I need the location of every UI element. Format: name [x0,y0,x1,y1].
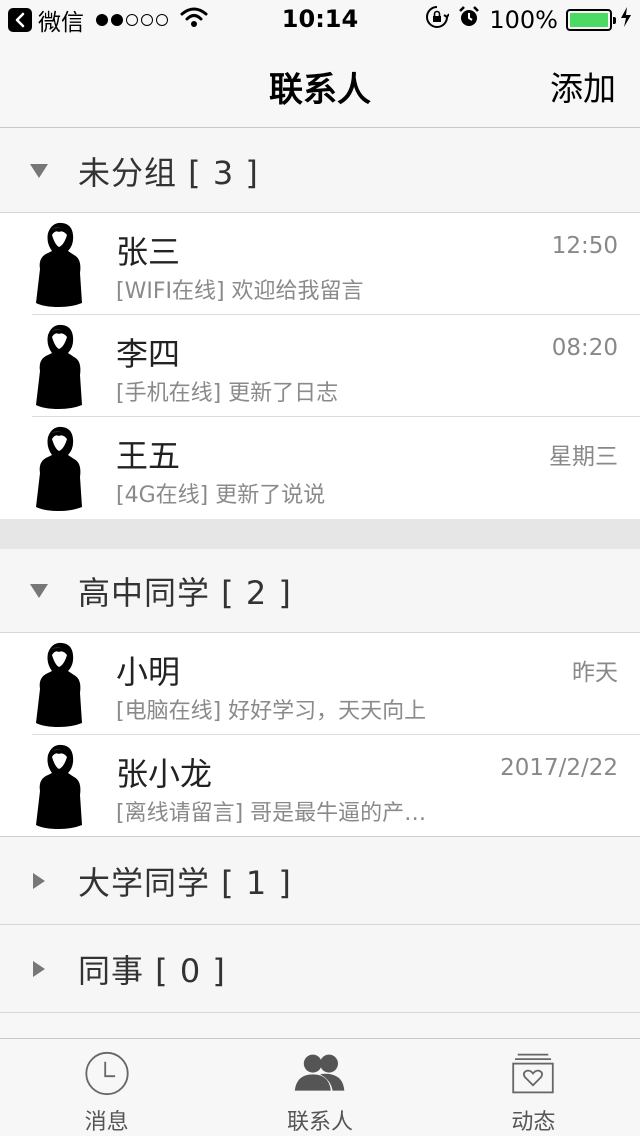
rotation-lock-icon [425,5,451,35]
wifi-icon [180,6,208,34]
navigation-bar: 联系人 添加 [0,40,640,128]
contact-name: 王五 [116,437,181,475]
avatar [36,642,82,727]
contact-name: 张三 [116,233,181,271]
avatar [36,324,82,409]
contact-row[interactable]: 张三 12:50 [WIFI在线] 欢迎给我留言 [0,213,640,315]
tab-label: 动态 [511,1110,556,1135]
signal-strength-icon [96,14,168,26]
contact-time: 08:20 [551,335,618,361]
avatar [36,744,82,829]
contact-status: [WIFI在线] 欢迎给我留言 [116,279,364,304]
group-name: 未分组 [ 3 ] [78,153,259,192]
avatar [36,222,82,307]
group-header-high-school[interactable]: 高中同学 [ 2 ] [0,549,640,633]
group-header-university[interactable]: 大学同学 [ 1 ] [0,837,640,925]
tab-messages[interactable]: 消息 [0,1039,213,1136]
tab-contacts[interactable]: 联系人 [213,1039,426,1136]
battery-percent: 100% [489,6,558,34]
contact-name: 李四 [116,335,181,373]
alarm-icon [457,5,481,35]
charging-icon [620,6,632,34]
tab-label: 消息 [84,1110,129,1135]
contact-row[interactable]: 张小龙 2017/2/22 [离线请留言] 哥是最牛逼的产… [0,735,640,837]
clock-icon [85,1051,129,1096]
avatar [36,426,82,511]
collapsed-triangle-icon [0,960,78,978]
group-header-ungrouped[interactable]: 未分组 [ 3 ] [0,129,640,213]
contact-time: 12:50 [551,233,618,259]
contact-status: [离线请留言] 哥是最牛逼的产… [116,801,427,826]
add-contact-button[interactable]: 添加 [550,62,616,110]
back-app-label[interactable]: 微信 [38,3,84,37]
contact-status: [电脑在线] 好好学习，天天向上 [116,699,427,724]
heart-card-icon [512,1053,555,1094]
group-header-colleagues[interactable]: 同事 [ 0 ] [0,925,640,1013]
contact-row[interactable]: 王五 星期三 [4G在线] 更新了说说 [0,417,640,519]
page-title: 联系人 [269,70,371,110]
section-gap [0,519,640,549]
contact-time: 2017/2/22 [500,755,618,781]
contact-time: 星期三 [549,444,618,470]
contact-status: [4G在线] 更新了说说 [116,483,326,508]
collapsed-triangle-icon [0,872,78,890]
screen: 微信 10:14 100% 联系人 添加 未分组 [3] 张三 12:50 … [0,0,640,1136]
tab-moments[interactable]: 动态 [427,1039,640,1136]
group-name: 同事 [ 0 ] [78,951,226,990]
contact-name: 张小龙 [116,755,213,793]
group-name: 高中同学 [ 2 ] [78,573,292,612]
tab-label: 联系人 [286,1110,353,1135]
contact-name: 小明 [116,653,181,691]
tab-bar: 消息 联系人 动态 [0,1038,640,1136]
contact-row[interactable]: 小明 昨天 [电脑在线] 好好学习，天天向上 [0,633,640,735]
divider [0,836,640,837]
contact-row[interactable]: 李四 08:20 [手机在线] 更新了日志 [0,315,640,417]
expanded-triangle-icon [0,583,78,599]
group-name: 大学同学 [ 1 ] [78,863,292,902]
contact-status: [手机在线] 更新了日志 [116,381,339,406]
status-bar: 微信 10:14 100% [0,0,640,40]
battery-icon [566,9,616,31]
contact-time: 昨天 [572,660,618,686]
contacts-icon [294,1054,345,1091]
expanded-triangle-icon [0,163,78,179]
contact-list: 未分组 [ 3 ] 张三 12:50 [WIFI在线] 欢迎给我留言 李四 08… [0,129,640,1013]
back-to-app-icon[interactable] [8,8,32,32]
